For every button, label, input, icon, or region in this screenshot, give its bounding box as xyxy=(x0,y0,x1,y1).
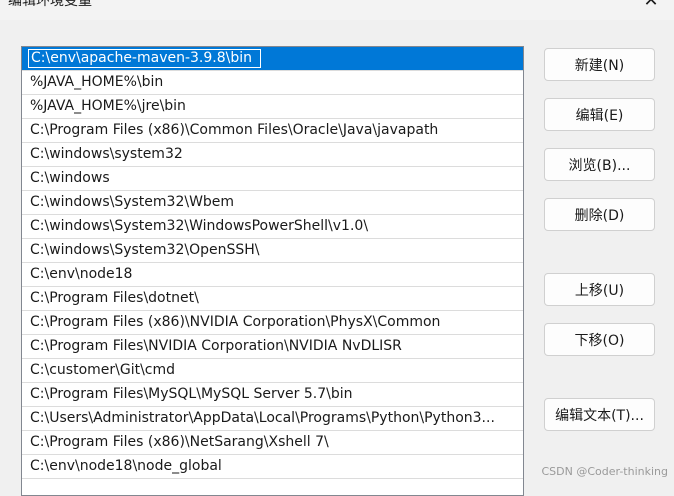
path-list-item[interactable]: C:\windows\System32\WindowsPowerShell\v1… xyxy=(22,215,523,239)
delete-button[interactable]: 删除(D) xyxy=(544,198,655,231)
path-list-item-label: C:\Program Files\NVIDIA Corporation\NVID… xyxy=(30,338,402,354)
move-up-button[interactable]: 上移(U) xyxy=(544,273,655,306)
path-list-item[interactable]: C:\windows\System32\OpenSSH\ xyxy=(22,239,523,263)
path-list-item-label: C:\env\node18\node_global xyxy=(30,458,222,474)
path-list-item[interactable]: C:\windows\system32 xyxy=(22,143,523,167)
path-list-item-label: C:\Users\Administrator\AppData\Local\Pro… xyxy=(30,410,495,426)
path-list-item-label: C:\windows\System32\Wbem xyxy=(30,194,235,210)
path-list-item-label: C:\Program Files (x86)\NVIDIA Corporatio… xyxy=(30,314,441,330)
watermark: CSDN @Coder-thinking xyxy=(541,465,669,478)
path-list-item[interactable]: C:\Program Files (x86)\Common Files\Orac… xyxy=(22,119,523,143)
path-list-item[interactable]: C:\windows\System32\Wbem xyxy=(22,191,523,215)
browse-button[interactable]: 浏览(B)... xyxy=(544,148,655,181)
path-list-item[interactable]: C:\env\node18 xyxy=(22,263,523,287)
path-list-item[interactable]: %JAVA_HOME%\jre\bin xyxy=(22,95,523,119)
path-list-item[interactable]: %JAVA_HOME%\bin xyxy=(22,71,523,95)
title-bar: 编辑环境变量 ✕ xyxy=(0,0,674,20)
path-list-item-label: C:\Program Files (x86)\Common Files\Orac… xyxy=(30,122,439,138)
path-list-item[interactable]: C:\env\apache-maven-3.9.8\bin xyxy=(22,47,523,71)
path-list-item-label: C:\Program Files\dotnet\ xyxy=(30,290,199,306)
path-list-item[interactable]: C:\Program Files\MySQL\MySQL Server 5.7\… xyxy=(22,383,523,407)
path-list-item[interactable]: C:\Program Files\NVIDIA Corporation\NVID… xyxy=(22,335,523,359)
path-list-item[interactable]: C:\windows xyxy=(22,167,523,191)
new-button[interactable]: 新建(N) xyxy=(544,48,655,81)
close-icon[interactable]: ✕ xyxy=(628,0,674,16)
path-list-item[interactable]: C:\Program Files (x86)\NVIDIA Corporatio… xyxy=(22,311,523,335)
path-list-item-label: C:\env\apache-maven-3.9.8\bin xyxy=(28,49,262,68)
edit-text-button[interactable]: 编辑文本(T)... xyxy=(544,398,655,431)
path-list-item[interactable]: C:\Users\Administrator\AppData\Local\Pro… xyxy=(22,407,523,431)
edit-button[interactable]: 编辑(E) xyxy=(544,98,655,131)
path-list-item-label: C:\Program Files\MySQL\MySQL Server 5.7\… xyxy=(30,386,353,402)
path-list-item-label: C:\windows xyxy=(30,170,110,186)
path-list-item-label: C:\windows\System32\OpenSSH\ xyxy=(30,242,260,258)
window-title: 编辑环境变量 xyxy=(8,0,92,9)
path-list-item-label: C:\windows\System32\WindowsPowerShell\v1… xyxy=(30,218,369,234)
path-list-item-label: %JAVA_HOME%\jre\bin xyxy=(30,98,186,114)
path-list-item-label: C:\env\node18 xyxy=(30,266,133,282)
path-list-item[interactable]: C:\Program Files (x86)\NetSarang\Xshell … xyxy=(22,431,523,455)
path-list-item[interactable]: C:\Program Files\dotnet\ xyxy=(22,287,523,311)
move-down-button[interactable]: 下移(O) xyxy=(544,323,655,356)
path-list-item-label: C:\customer\Git\cmd xyxy=(30,362,176,378)
path-list-item-label: %JAVA_HOME%\bin xyxy=(30,74,164,90)
path-list-item[interactable]: C:\customer\Git\cmd xyxy=(22,359,523,383)
path-list[interactable]: C:\env\apache-maven-3.9.8\bin %JAVA_HOME%… xyxy=(21,46,524,496)
path-list-item-label: C:\Program Files (x86)\NetSarang\Xshell … xyxy=(30,434,329,450)
path-list-item[interactable]: C:\env\node18\node_global xyxy=(22,455,523,479)
path-list-item-label: C:\windows\system32 xyxy=(30,146,183,162)
